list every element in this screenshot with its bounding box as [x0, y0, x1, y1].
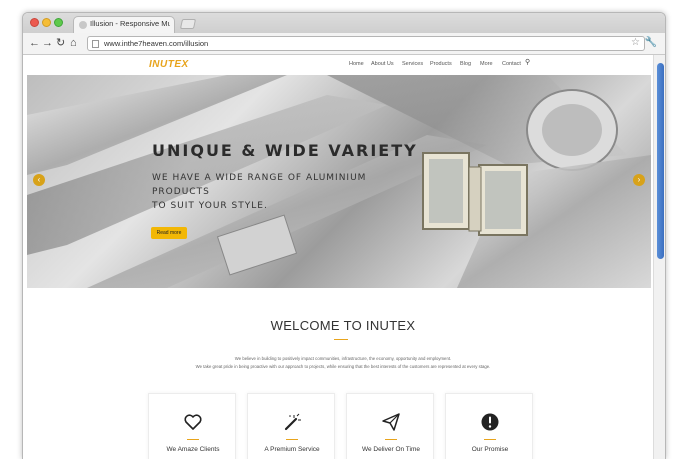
wrench-icon[interactable]: 🔧	[645, 37, 657, 48]
card-underline	[484, 439, 496, 440]
menu-item-home[interactable]: Home	[349, 61, 364, 67]
browser-toolbar: ← → ↻ ⌂ www.inthe7heaven.com/illusion ☆ …	[23, 33, 665, 55]
forward-arrow-icon[interactable]: →	[42, 36, 53, 50]
read-more-button[interactable]: Read more	[151, 227, 187, 239]
feature-label: We Deliver On Time	[361, 446, 421, 453]
hero-heading: UNIQUE & WIDE VARIETY	[152, 141, 418, 160]
search-icon[interactable]: ⚲	[525, 58, 530, 66]
star-icon[interactable]: ☆	[631, 37, 640, 48]
new-tab-button[interactable]	[179, 19, 197, 29]
browser-tab[interactable]: Illusion - Responsive Multi	[73, 16, 175, 33]
maximize-window-button[interactable]	[54, 18, 63, 27]
magic-wand-icon	[284, 413, 301, 431]
feature-card[interactable]: A Premium Service	[247, 393, 335, 459]
back-arrow-icon[interactable]: ←	[29, 36, 40, 50]
feature-card[interactable]: We Deliver On Time	[346, 393, 434, 459]
menu-item-about[interactable]: About Us	[371, 61, 394, 67]
favicon-icon	[79, 21, 87, 29]
hero-subheading-line-1: WE HAVE A WIDE RANGE OF ALUMINIUM PRODUC…	[152, 173, 367, 197]
card-underline	[286, 439, 298, 440]
minimize-window-button[interactable]	[42, 18, 51, 27]
page-icon	[92, 40, 99, 48]
heart-icon	[184, 414, 202, 430]
exclamation-circle-icon	[481, 413, 499, 431]
address-bar[interactable]: www.inthe7heaven.com/illusion ☆	[87, 36, 645, 51]
welcome-title: WELCOME TO INUTEX	[270, 318, 416, 333]
card-underline	[187, 439, 199, 440]
menu-item-more[interactable]: More	[480, 61, 493, 67]
hero-subheading: WE HAVE A WIDE RANGE OF ALUMINIUM PRODUC…	[152, 171, 412, 213]
screenshot-stage: Illusion - Responsive Multi ← → ↻ ⌂ www.…	[0, 0, 688, 459]
feature-card[interactable]: Our Promise	[445, 393, 533, 459]
card-underline	[385, 439, 397, 440]
menu-item-products[interactable]: Products	[430, 61, 452, 67]
feature-label: A Premium Service	[264, 446, 320, 453]
chevron-left-icon[interactable]: ‹	[33, 174, 45, 186]
hero-slider: UNIQUE & WIDE VARIETY WE HAVE A WIDE RAN…	[27, 75, 651, 288]
reload-icon[interactable]: ↻	[56, 36, 65, 50]
chevron-right-icon[interactable]: ›	[633, 174, 645, 186]
browser-window: Illusion - Responsive Multi ← → ↻ ⌂ www.…	[22, 12, 666, 459]
title-underline	[334, 339, 348, 340]
url-text[interactable]: www.inthe7heaven.com/illusion	[104, 39, 208, 48]
vertical-scrollbar[interactable]	[653, 55, 665, 459]
menu-item-services[interactable]: Services	[402, 61, 423, 67]
site-logo[interactable]: INUTEX	[149, 59, 189, 70]
scrollbar-thumb[interactable]	[657, 63, 664, 259]
paper-plane-icon	[382, 413, 400, 431]
welcome-text-line-2: We take great pride in being proactive w…	[195, 364, 491, 369]
close-window-button[interactable]	[30, 18, 39, 27]
feature-cards: We Amaze Clients A Premium Service We De…	[148, 393, 538, 459]
feature-label: We Amaze Clients	[166, 446, 220, 453]
site-header: INUTEX Home About Us Services Products B…	[23, 55, 653, 75]
feature-label: Our Promise	[471, 446, 509, 453]
tab-strip: Illusion - Responsive Multi	[23, 13, 665, 33]
welcome-text-line-1: We believe in building to positively imp…	[234, 356, 452, 361]
home-icon[interactable]: ⌂	[70, 36, 77, 50]
tab-title: Illusion - Responsive Multi	[90, 19, 170, 28]
menu-item-blog[interactable]: Blog	[460, 61, 471, 67]
feature-card[interactable]: We Amaze Clients	[148, 393, 236, 459]
menu-item-contact[interactable]: Contact	[502, 61, 521, 67]
hero-subheading-line-2: TO SUIT YOUR STYLE.	[152, 201, 268, 211]
